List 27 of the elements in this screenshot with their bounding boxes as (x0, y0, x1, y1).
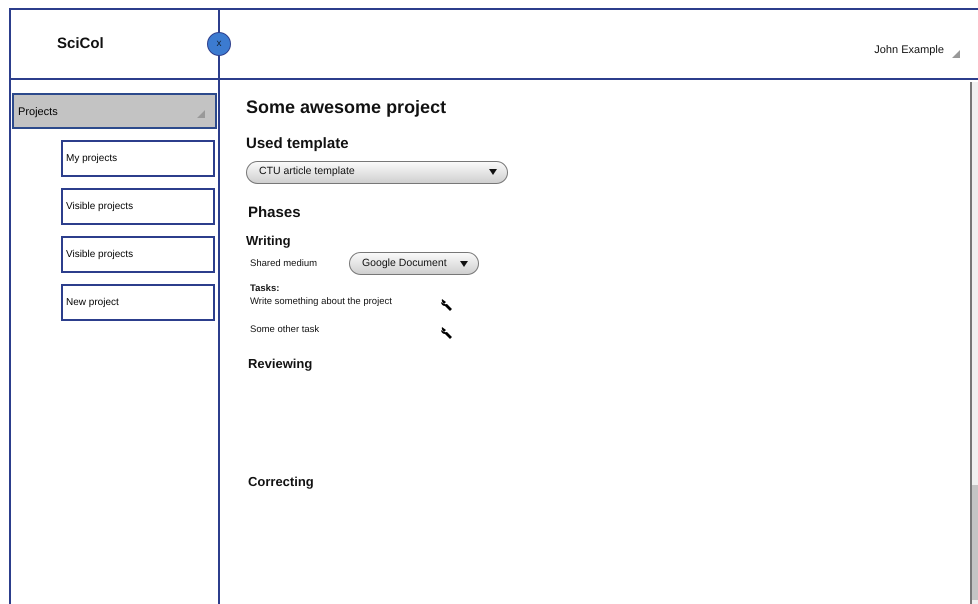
phase-heading: Correcting (247, 474, 315, 490)
field-label: Shared medium (250, 256, 318, 271)
sidebar-item[interactable]: My projects (61, 140, 215, 177)
template-dropdown[interactable]: CTU article template (246, 160, 508, 184)
phase-heading: Reviewing (247, 356, 314, 372)
caret-icon (460, 260, 468, 267)
wrench-icon[interactable] (440, 298, 454, 312)
sidebar-item[interactable]: Visible projects (61, 188, 215, 225)
sidebar-group-header[interactable]: Projects (12, 93, 217, 129)
project-title: Some awesome project (246, 97, 448, 119)
app-title: SciCol (57, 34, 104, 54)
section-heading: Phases (247, 204, 302, 222)
medium-dropdown[interactable]: Google Document (349, 252, 479, 276)
task-name: Write something about the project (250, 294, 393, 309)
sidebar-item[interactable]: Visible projects (61, 236, 215, 273)
user-name[interactable]: John Example (874, 42, 944, 58)
task-name: Some other task (250, 322, 320, 337)
scrollbar-thumb[interactable] (972, 485, 978, 600)
wrench-icon[interactable] (440, 326, 454, 340)
scrollbar[interactable] (970, 82, 978, 604)
close-button[interactable]: x (207, 32, 231, 56)
phase-heading: Writing (246, 232, 292, 248)
sidebar-item[interactable]: New project (61, 284, 215, 321)
section-heading: Used template (246, 134, 350, 153)
tasks-label: Tasks: (249, 282, 280, 295)
dropdown-triangle-icon[interactable] (952, 50, 960, 58)
caret-icon (489, 169, 497, 176)
